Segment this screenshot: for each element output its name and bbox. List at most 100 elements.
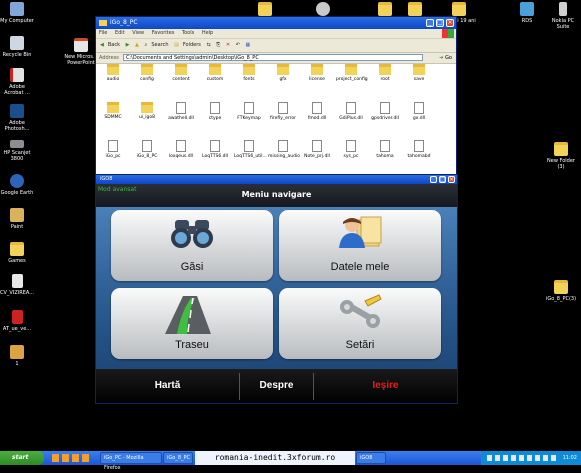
- file-icon: [312, 102, 322, 114]
- taskbar-item-igo[interactable]: iGO8: [356, 452, 386, 464]
- file-item[interactable]: GdiPlus.dll: [336, 102, 366, 121]
- file-item[interactable]: content: [166, 64, 196, 82]
- file-item[interactable]: loxqeus.dll: [166, 140, 196, 159]
- file-item[interactable]: fmod.dll: [302, 102, 332, 121]
- file-item[interactable]: save: [404, 64, 434, 82]
- igo-minimize-button[interactable]: _: [430, 176, 437, 183]
- desktop-icon-1[interactable]: 1: [0, 345, 34, 367]
- explorer-title-bar[interactable]: iGo_8_PC _ □ ×: [96, 17, 456, 29]
- map-button[interactable]: Hartă: [96, 376, 239, 401]
- desktop-icon-photoshop[interactable]: Adobe Photosh...: [0, 104, 34, 132]
- settings-tile[interactable]: Setări: [279, 288, 441, 359]
- file-icon: [210, 140, 220, 152]
- desktop-folder-new-folder-3[interactable]: New Folder (3): [544, 142, 578, 170]
- back-button[interactable]: ◀: [100, 42, 104, 48]
- up-folder-icon[interactable]: ▲: [135, 42, 139, 48]
- my-data-tile[interactable]: Datele mele: [279, 210, 441, 281]
- file-item[interactable]: tahomabd: [404, 140, 434, 159]
- about-button[interactable]: Despre: [240, 376, 313, 401]
- desktop-icon-my-computer[interactable]: My Computer: [0, 2, 34, 24]
- start-button[interactable]: start: [0, 451, 44, 465]
- file-label: Note_prj.dll: [304, 154, 330, 159]
- file-item[interactable]: custom: [200, 64, 230, 82]
- desktop-icon-nokia[interactable]: Nokia PC Suite: [546, 2, 580, 30]
- menu-file[interactable]: File: [99, 30, 107, 36]
- close-button[interactable]: ×: [446, 19, 454, 27]
- undo-icon[interactable]: ↶: [236, 42, 240, 48]
- file-item[interactable]: config: [132, 64, 162, 82]
- desktop-icon-at[interactable]: AT_ue_ve...: [0, 310, 34, 332]
- clock[interactable]: 11:02: [563, 451, 577, 465]
- address-field[interactable]: C:\Documents and Settings\admin\Desktop\…: [123, 54, 423, 61]
- file-item[interactable]: license: [302, 64, 332, 82]
- person-folder-icon: [339, 216, 382, 248]
- taskbar-item-explorer[interactable]: iGo_8_PC: [163, 452, 193, 464]
- desktop-icon-powerpoint[interactable]: New Micros... PowerPoint: [64, 38, 98, 66]
- desktop-icon-scanjet[interactable]: HP Scanjet 3800: [0, 140, 34, 162]
- file-item[interactable]: gx.dll: [404, 102, 434, 121]
- folder-icon: [378, 2, 392, 16]
- quick-launch-icons[interactable]: [52, 454, 92, 462]
- route-label: Traseu: [175, 339, 209, 351]
- igo-header: Mod avansat Meniu navigare: [96, 184, 457, 207]
- desktop-icon-games[interactable]: Games: [0, 242, 34, 264]
- igo-close-button[interactable]: ×: [448, 176, 455, 183]
- file-item[interactable]: tahoma: [370, 140, 400, 159]
- views-icon[interactable]: ▦: [245, 42, 250, 48]
- desktop-icon-cv[interactable]: CV_VIZIREA...: [0, 274, 34, 296]
- file-item[interactable]: sys_pc: [336, 140, 366, 159]
- menu-edit[interactable]: Edit: [115, 30, 125, 36]
- search-icon[interactable]: ⌕: [145, 42, 148, 48]
- file-item[interactable]: ctype: [200, 102, 230, 121]
- file-item[interactable]: missing_audio: [268, 140, 300, 159]
- desktop-icon-rds[interactable]: RDS: [510, 2, 544, 24]
- find-tile[interactable]: Găsi: [111, 210, 273, 281]
- desktop-icon-acrobat[interactable]: Adobe Acrobat ...: [0, 68, 34, 96]
- folder-icon: [379, 64, 391, 75]
- menu-help[interactable]: Help: [202, 30, 213, 36]
- file-item[interactable]: gpsdriver.dll: [370, 102, 400, 121]
- file-item[interactable]: FTKeymap: [234, 102, 264, 121]
- folder-icon: [107, 102, 119, 113]
- taskbar-item-firefox[interactable]: iGo_PC - Mozilla Firefox: [100, 452, 162, 471]
- delete-icon[interactable]: ✕: [226, 42, 230, 48]
- tray-icons[interactable]: [487, 455, 557, 461]
- move-icon[interactable]: ⇆: [206, 42, 210, 48]
- menu-view[interactable]: View: [132, 30, 144, 36]
- desktop-folder-igo-3[interactable]: iGo_8_PC(3): [544, 280, 578, 302]
- file-item[interactable]: fonts: [234, 64, 264, 82]
- igo-title-bar[interactable]: iGO8 _ □ ×: [96, 175, 457, 184]
- desktop-icon-recycle-bin[interactable]: Recycle Bin: [0, 36, 34, 58]
- file-item[interactable]: awathell.dll: [166, 102, 196, 121]
- igo-maximize-button[interactable]: □: [439, 176, 446, 183]
- exit-button[interactable]: Ieşire: [314, 376, 457, 401]
- folder-icon: [99, 20, 107, 26]
- file-item[interactable]: LoqTTS6.dll: [200, 140, 230, 159]
- file-item[interactable]: firefly_error: [268, 102, 298, 121]
- igo-window: iGO8 _ □ × Mod avansat Meniu navigare Gă…: [95, 174, 458, 404]
- file-item[interactable]: iGo_8_PC: [132, 140, 162, 159]
- file-item[interactable]: audio: [98, 64, 128, 82]
- file-item[interactable]: gfx: [268, 64, 298, 82]
- file-item[interactable]: iGo_pc: [98, 140, 128, 159]
- file-item[interactable]: SDMMC: [98, 102, 128, 120]
- minimize-button[interactable]: _: [426, 19, 434, 27]
- folders-button[interactable]: Folders: [183, 42, 201, 48]
- menu-tools[interactable]: Tools: [182, 30, 194, 36]
- folders-icon[interactable]: ▤: [174, 42, 179, 48]
- copy-icon[interactable]: ⎘: [216, 42, 220, 48]
- file-item[interactable]: Note_prj.dll: [302, 140, 332, 159]
- forward-button[interactable]: ▶: [126, 42, 130, 48]
- search-button[interactable]: Search: [151, 42, 168, 48]
- file-item[interactable]: ui_igo8: [132, 102, 162, 120]
- menu-favorites[interactable]: Favorites: [152, 30, 175, 36]
- desktop-icon-google-earth[interactable]: Google Earth: [0, 174, 34, 196]
- file-label: ui_igo8: [138, 115, 156, 120]
- route-tile[interactable]: Traseu: [111, 288, 273, 359]
- file-label: tahomabd: [407, 154, 431, 159]
- file-item[interactable]: root: [370, 64, 400, 82]
- file-item[interactable]: project_config: [336, 64, 368, 82]
- maximize-button[interactable]: □: [436, 19, 444, 27]
- file-item[interactable]: LoqTTS6_util...: [234, 140, 267, 159]
- desktop-icon-paint[interactable]: Paint: [0, 208, 34, 230]
